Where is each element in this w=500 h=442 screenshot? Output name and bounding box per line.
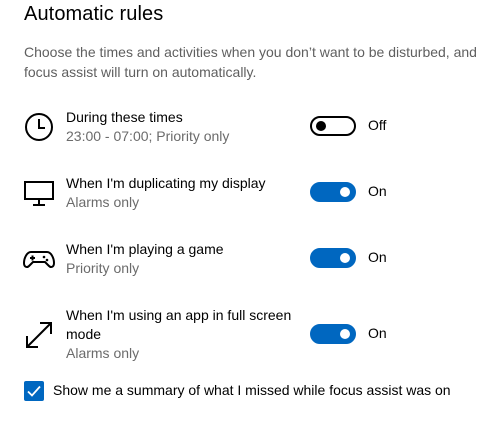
toggle-state-label: On xyxy=(368,249,387,265)
toggle-state-label: On xyxy=(368,183,387,199)
section-title: Automatic rules xyxy=(24,3,164,25)
clock-icon xyxy=(22,110,56,144)
during-these-times-toggle[interactable] xyxy=(310,116,356,136)
toggle-state-label: On xyxy=(368,325,387,341)
rule-detail[interactable]: 23:00 - 07:00; Priority only xyxy=(66,127,306,146)
checkmark-icon xyxy=(27,385,41,397)
toggle-knob xyxy=(340,187,350,197)
section-description: Choose the times and activities when you… xyxy=(24,44,477,80)
duplicating-display-toggle[interactable] xyxy=(310,182,356,202)
summary-checkbox[interactable] xyxy=(24,381,44,401)
toggle-knob xyxy=(340,329,350,339)
summary-checkbox-label: Show me a summary of what I missed while… xyxy=(53,382,451,398)
fullscreen-arrows-icon xyxy=(22,318,56,352)
gamepad-icon xyxy=(22,242,56,276)
rule-detail[interactable]: Alarms only xyxy=(66,193,306,212)
rule-name: When I'm using an app in full screen mod… xyxy=(66,307,292,342)
rule-name: When I'm playing a game xyxy=(66,241,224,257)
toggle-knob xyxy=(316,121,326,131)
toggle-state-label: Off xyxy=(368,117,387,133)
toggle-knob xyxy=(340,253,350,263)
rule-name: During these times xyxy=(66,109,183,125)
playing-game-toggle[interactable] xyxy=(310,248,356,268)
monitor-icon xyxy=(22,176,56,210)
rule-name: When I'm duplicating my display xyxy=(66,175,266,191)
rule-detail[interactable]: Alarms only xyxy=(66,344,306,363)
rule-detail[interactable]: Priority only xyxy=(66,259,306,278)
full-screen-app-toggle[interactable] xyxy=(310,324,356,344)
